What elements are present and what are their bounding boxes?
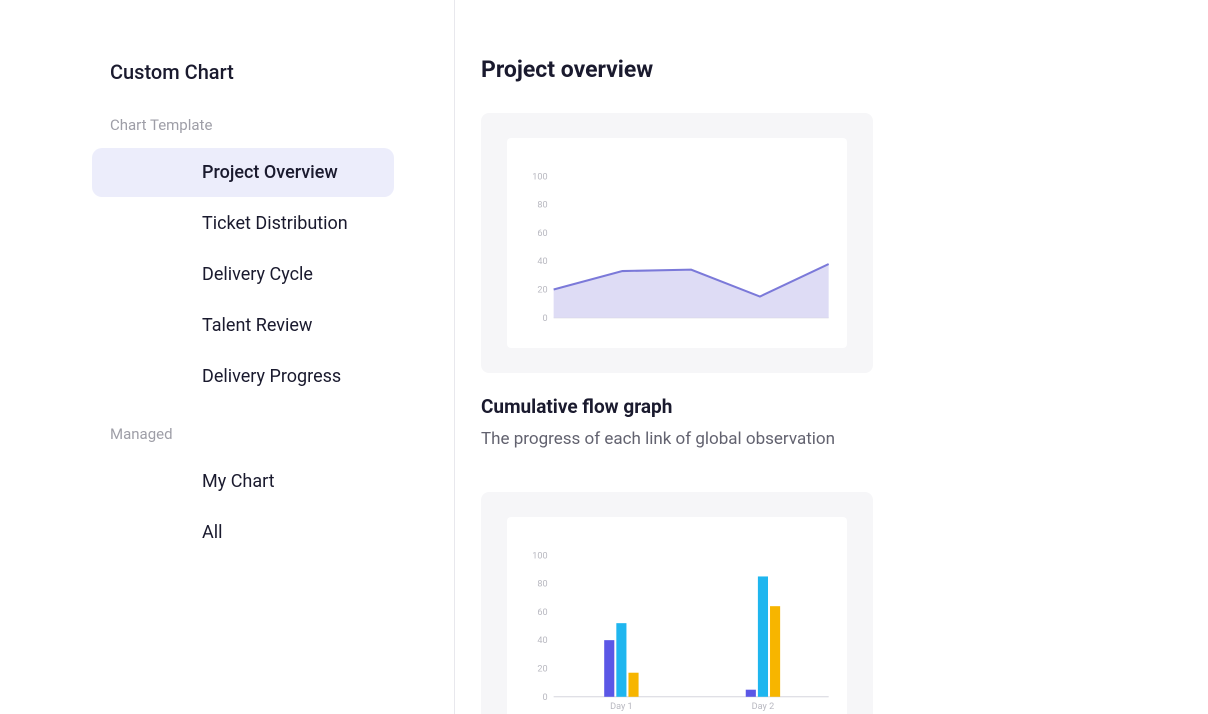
sidebar-item-my-chart[interactable]: My Chart	[92, 457, 394, 506]
card-description: The progress of each link of global obse…	[481, 428, 873, 452]
svg-text:20: 20	[537, 286, 547, 296]
card-title: Cumulative flow graph	[481, 395, 873, 418]
cards-row-1: 0 20 40 60 80 100 C	[481, 113, 1208, 714]
bar-day1-b	[616, 623, 626, 697]
sidebar-item-delivery-cycle[interactable]: Delivery Cycle	[92, 250, 394, 299]
chart-canvas-area: 0 20 40 60 80 100	[507, 138, 847, 348]
svg-text:20: 20	[537, 664, 547, 674]
sidebar-item-talent-review[interactable]: Talent Review	[92, 301, 394, 350]
nav-section-managed: Managed My Chart All	[0, 425, 454, 557]
card-wip-trend[interactable]: 0 20 40 60 80 100	[481, 492, 873, 714]
bar-day1-a	[604, 640, 614, 697]
bar-day2-c	[770, 606, 780, 697]
svg-text:60: 60	[537, 229, 547, 239]
main-content: Project overview 0 20 40 60 80 100	[455, 0, 1208, 714]
svg-text:80: 80	[537, 579, 547, 589]
sidebar-item-all[interactable]: All	[92, 508, 394, 557]
chart-canvas-bar: 0 20 40 60 80 100	[507, 517, 847, 714]
svg-text:100: 100	[532, 172, 547, 182]
bar-day1-c	[628, 673, 638, 697]
bar-cat-label-2: Day 2	[752, 702, 775, 712]
area-chart-svg: 0 20 40 60 80 100	[525, 156, 829, 338]
y-axis-ticks: 0 20 40 60 80 100	[532, 172, 547, 324]
sidebar-item-ticket-distribution[interactable]: Ticket Distribution	[92, 199, 394, 248]
bar-day2-b	[758, 576, 768, 696]
area-fill	[554, 264, 829, 318]
bar-chart-svg: 0 20 40 60 80 100	[525, 535, 829, 714]
svg-text:0: 0	[542, 693, 547, 703]
bar-day2-a	[746, 689, 756, 696]
sidebar-item-delivery-progress[interactable]: Delivery Progress	[92, 352, 394, 401]
section-label-managed: Managed	[0, 425, 454, 443]
nav-section-templates: Chart Template Project Overview Ticket D…	[0, 116, 454, 401]
page-title: Project overview	[481, 56, 1208, 83]
svg-text:40: 40	[537, 257, 547, 267]
app-root: Custom Chart Chart Template Project Over…	[0, 0, 1208, 714]
sidebar-item-project-overview[interactable]: Project Overview	[92, 148, 394, 197]
svg-text:100: 100	[532, 551, 547, 561]
card-cumulative-flow[interactable]: 0 20 40 60 80 100 C	[481, 113, 873, 452]
svg-text:0: 0	[542, 314, 547, 324]
sidebar-title: Custom Chart	[0, 60, 454, 84]
svg-text:80: 80	[537, 201, 547, 211]
svg-text:40: 40	[537, 636, 547, 646]
card-preview: 0 20 40 60 80 100	[481, 492, 873, 714]
section-label-templates: Chart Template	[0, 116, 454, 134]
bar-cat-label-1: Day 1	[610, 702, 633, 712]
sidebar: Custom Chart Chart Template Project Over…	[0, 0, 455, 714]
card-preview: 0 20 40 60 80 100	[481, 113, 873, 373]
y-axis-ticks: 0 20 40 60 80 100	[532, 551, 547, 703]
svg-text:60: 60	[537, 608, 547, 618]
